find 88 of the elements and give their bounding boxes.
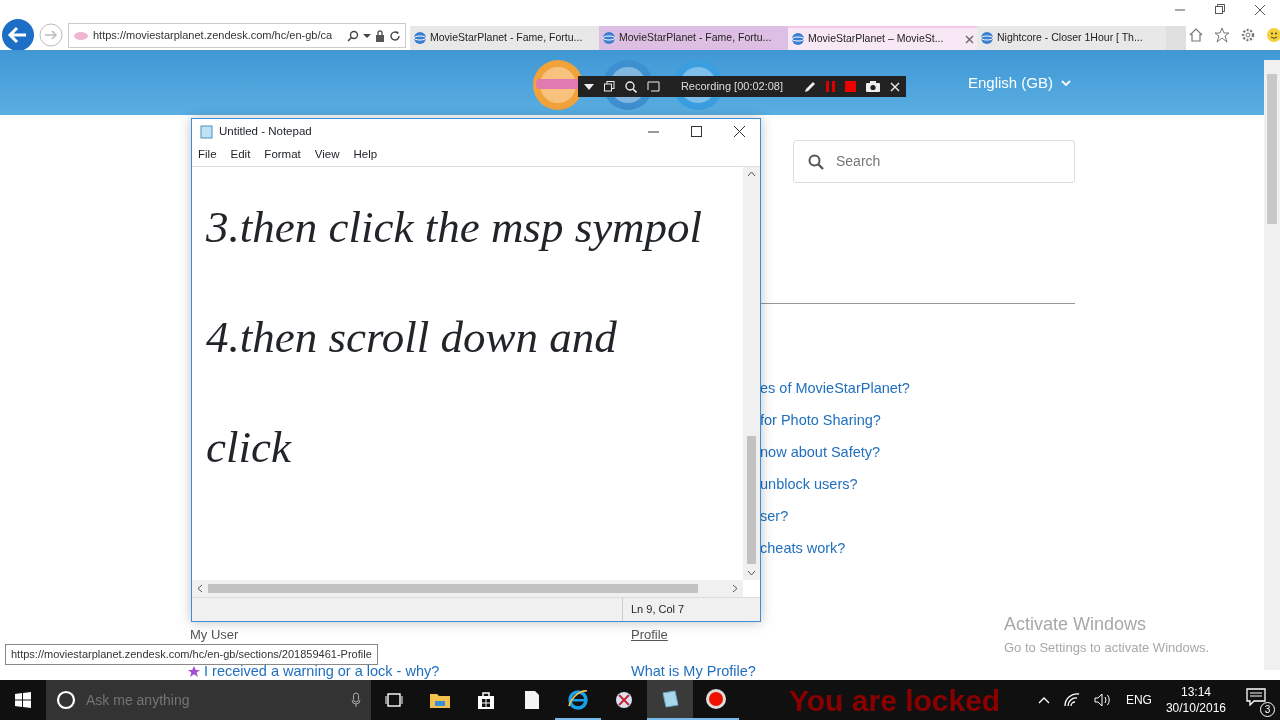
browser-tab[interactable]: MovieStarPlanet - Fame, Fortu... <box>599 26 788 50</box>
chevron-icon <box>1061 79 1072 87</box>
question-link[interactable]: unblock users? <box>760 474 1075 506</box>
notification-count: 3 <box>1260 702 1275 717</box>
taskbar-app[interactable] <box>647 680 693 720</box>
search-icon[interactable] <box>625 80 637 93</box>
caret-icon[interactable] <box>363 32 371 39</box>
text-line: click <box>206 421 293 474</box>
cursor-position: Ln 9, Col 7 <box>631 602 685 618</box>
scrollbar[interactable] <box>1264 60 1280 670</box>
scrollbar-thumb[interactable] <box>1267 74 1277 224</box>
search-input[interactable]: Ask me anything <box>84 688 343 712</box>
refresh-icon[interactable] <box>389 29 401 42</box>
home-icon[interactable] <box>1188 27 1204 43</box>
question-link[interactable]: ser? <box>760 506 1075 538</box>
star-icon <box>188 665 200 678</box>
globe-icon <box>980 31 994 45</box>
window-icon[interactable] <box>604 81 615 92</box>
settings-icon[interactable] <box>1240 27 1256 43</box>
search-field[interactable]: Search <box>793 140 1075 183</box>
browser-tab[interactable]: MovieStarPlanet – MovieSt... <box>788 26 977 50</box>
overlay-text: You are locked <box>789 682 1001 719</box>
question-link[interactable]: for Photo Sharing? <box>760 410 1075 442</box>
menu-item[interactable]: Format <box>264 146 301 164</box>
globe-icon <box>413 31 427 45</box>
question-link[interactable]: I received a warning or a lock - why? <box>204 663 440 680</box>
site-icon <box>73 30 89 41</box>
task-view-icon <box>385 693 403 707</box>
close-icon[interactable] <box>1254 4 1266 16</box>
question-link[interactable]: es of MovieStarPlanet? <box>760 378 1075 410</box>
address-bar[interactable]: https://moviestarplanet.zendesk.com/hc/en-gb/ca <box>68 23 406 48</box>
question-link[interactable]: What is My Profile? <box>631 663 756 680</box>
close-icon[interactable] <box>734 126 745 137</box>
paint-icon <box>614 690 634 710</box>
pencil-icon[interactable] <box>804 80 816 93</box>
record-icon <box>705 688 727 710</box>
question-link[interactable]: cheats work? <box>760 538 1075 570</box>
window-title: Untitled - Notepad <box>219 124 312 137</box>
restore-icon[interactable] <box>1214 4 1226 14</box>
clock-date[interactable]: 30/10/2016 <box>1165 700 1226 717</box>
notepad-icon <box>660 689 680 709</box>
scrollbar[interactable] <box>743 167 760 580</box>
notification-icon[interactable] <box>1246 687 1266 706</box>
search-box[interactable]: Ask me anything <box>46 680 371 720</box>
browser-tab[interactable]: MovieStarPlanet - Fame, Fortu... <box>410 26 599 50</box>
scrollbar[interactable] <box>192 580 743 597</box>
scrollbar-thumb[interactable] <box>747 436 756 564</box>
menu-item[interactable]: File <box>198 146 217 164</box>
clock-time[interactable]: 13:14 <box>1165 683 1226 700</box>
favorites-icon[interactable] <box>1214 27 1230 43</box>
browser-tab[interactable]: Nightcore - Closer 1Hour [ Th... <box>977 26 1166 50</box>
folder-icon <box>430 692 450 708</box>
search-icon <box>808 153 824 170</box>
chevron-icon[interactable] <box>1037 696 1050 704</box>
text-line: 4.then scroll down and <box>206 311 618 364</box>
status-tooltip: https://moviestarplanet.zendesk.com/hc/en-gb/sections/201859461-Profile <box>5 644 378 665</box>
input-language[interactable]: ENG <box>1125 691 1152 709</box>
caret-icon[interactable] <box>584 83 594 90</box>
volume-icon[interactable] <box>1093 693 1112 707</box>
maximize-icon[interactable] <box>691 126 702 137</box>
wifi-icon[interactable] <box>1063 693 1080 707</box>
menu-item[interactable]: View <box>314 146 340 164</box>
browser-icon <box>567 688 589 710</box>
lock-icon <box>375 29 385 42</box>
section-title: My User <box>190 627 240 643</box>
address-text: https://moviestarplanet.zendesk.com/hc/en-gb/ca <box>93 28 334 44</box>
menu-item[interactable]: Help <box>353 146 378 164</box>
cortana-icon[interactable] <box>56 690 76 710</box>
camera-icon[interactable] <box>866 81 880 92</box>
microphone-icon[interactable] <box>351 692 361 708</box>
menu-item[interactable]: Edit <box>230 146 251 164</box>
scrollbar-thumb[interactable] <box>208 584 698 593</box>
globe-icon <box>602 31 616 45</box>
activation-hint: Go to Settings to activate Windows. <box>1004 639 1210 657</box>
section-title[interactable]: Profile <box>631 627 756 643</box>
frame-icon[interactable] <box>647 81 660 92</box>
back-button[interactable] <box>2 19 34 51</box>
activation-title: Activate Windows <box>1004 613 1148 636</box>
search-icon[interactable] <box>347 29 359 42</box>
text-line: 3.then click the msp sympol <box>206 201 704 254</box>
smiley-icon[interactable] <box>1266 27 1280 43</box>
windows-icon <box>15 692 31 708</box>
notepad-icon <box>200 124 213 139</box>
question-link[interactable]: now about Safety? <box>760 442 1075 474</box>
pause-icon[interactable] <box>826 81 835 92</box>
file-icon <box>525 691 539 709</box>
store-icon <box>477 691 495 709</box>
globe-icon <box>791 32 805 46</box>
